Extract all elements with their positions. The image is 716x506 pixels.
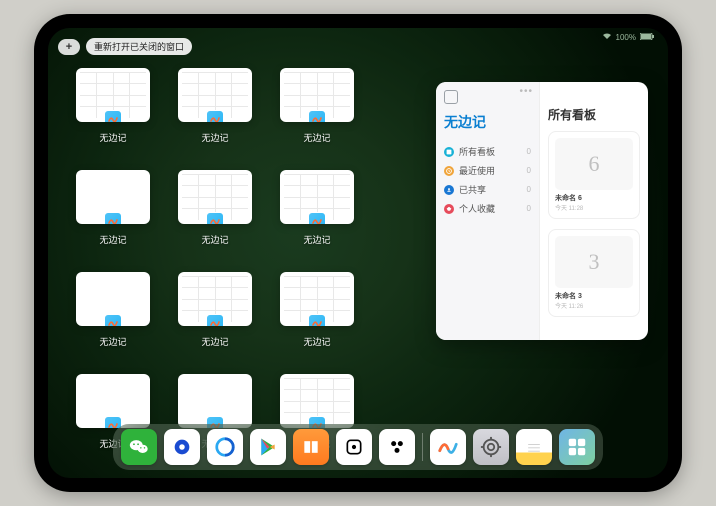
- ipad-frame: 100% + 重新打开已关闭的窗口 无边记无边记无边记无边记无边记无边记无边记无…: [34, 14, 682, 492]
- battery-icon: [640, 33, 654, 42]
- dock: [113, 424, 603, 470]
- window-thumbnail: [76, 272, 150, 326]
- board-name: 未命名 6: [555, 193, 633, 203]
- screen: 100% + 重新打开已关闭的窗口 无边记无边记无边记无边记无边记无边记无边记无…: [48, 28, 668, 478]
- wifi-icon: [602, 32, 612, 42]
- sidebar-item[interactable]: 已共享 0: [444, 180, 531, 199]
- dock-icon-qq-browser[interactable]: [207, 429, 243, 465]
- sidebar-item-label: 个人收藏: [459, 202, 495, 215]
- sidebar-item-icon: [444, 204, 454, 214]
- dock-icon-app-blue-circle[interactable]: [164, 429, 200, 465]
- board-preview: 3: [555, 236, 633, 288]
- freeform-app-icon: [206, 212, 224, 224]
- stage-active-window[interactable]: ••• 无边记 所有看板0最近使用0已共享0个人收藏0 所有看板 6未命名 6今…: [436, 82, 648, 340]
- window-label: 无边记: [201, 233, 228, 246]
- window-thumbnail: [76, 68, 150, 122]
- board-date: 今天 11:26: [555, 301, 633, 310]
- sidebar-item-icon: [444, 147, 454, 157]
- window-tile[interactable]: 无边记: [76, 272, 150, 348]
- window-label: 无边记: [303, 131, 330, 144]
- board-card[interactable]: 6 未命名 6今天 11:28: [548, 131, 640, 219]
- dock-icon-notes[interactable]: [516, 429, 552, 465]
- freeform-app-icon: [104, 110, 122, 122]
- sidebar-item-icon: [444, 166, 454, 176]
- window-thumbnail: [178, 170, 252, 224]
- board-preview: 6: [555, 138, 633, 190]
- window-label: 无边记: [201, 131, 228, 144]
- dock-icon-play[interactable]: [250, 429, 286, 465]
- window-tile[interactable]: 无边记: [76, 68, 150, 144]
- board-name: 未命名 3: [555, 291, 633, 301]
- sidebar-item[interactable]: 个人收藏 0: [444, 199, 531, 218]
- window-thumbnail: [178, 374, 252, 428]
- dock-icon-books[interactable]: [293, 429, 329, 465]
- status-bar: 100%: [602, 32, 654, 42]
- sidebar: ••• 无边记 所有看板 0 最近使用 0 已共享 0 个人收藏 0: [436, 82, 540, 340]
- window-tile[interactable]: 无边记: [280, 170, 354, 246]
- window-thumbnail: [76, 374, 150, 428]
- dock-icon-settings[interactable]: [473, 429, 509, 465]
- more-icon[interactable]: •••: [519, 86, 533, 97]
- sidebar-item-label: 最近使用: [459, 164, 495, 177]
- dock-icon-wechat[interactable]: [121, 429, 157, 465]
- sidebar-item-icon: [444, 185, 454, 195]
- reopen-closed-window-button[interactable]: 重新打开已关闭的窗口: [86, 38, 192, 55]
- window-tile[interactable]: 无边记: [178, 170, 252, 246]
- window-thumbnail: [178, 68, 252, 122]
- dock-icon-freeform[interactable]: [430, 429, 466, 465]
- sidebar-item-count: 0: [527, 147, 531, 156]
- sidebar-toggle-icon[interactable]: [444, 90, 458, 104]
- window-thumbnail: [280, 170, 354, 224]
- window-thumbnail: [178, 272, 252, 326]
- sidebar-item-label: 所有看板: [459, 145, 495, 158]
- window-tile[interactable]: 无边记: [178, 68, 252, 144]
- sidebar-item-count: 0: [527, 204, 531, 213]
- freeform-app-icon: [206, 314, 224, 326]
- content-pane: 所有看板 6 未命名 6今天 11:28 3 未命名 3今天 11:26: [540, 82, 648, 340]
- window-thumbnail: [280, 68, 354, 122]
- freeform-app-icon: [104, 212, 122, 224]
- board-date: 今天 11:28: [555, 203, 633, 212]
- topbar: + 重新打开已关闭的窗口: [58, 38, 192, 55]
- window-thumbnail: [76, 170, 150, 224]
- sidebar-item[interactable]: 所有看板 0: [444, 142, 531, 161]
- window-thumbnail: [280, 272, 354, 326]
- window-tile[interactable]: 无边记: [280, 68, 354, 144]
- window-label: 无边记: [303, 233, 330, 246]
- window-tile[interactable]: 无边记: [76, 170, 150, 246]
- window-grid: 无边记无边记无边记无边记无边记无边记无边记无边记无边记无边记无边记无边记: [76, 68, 416, 450]
- freeform-app-icon: [104, 314, 122, 326]
- freeform-app-icon: [308, 212, 326, 224]
- freeform-app-icon: [308, 314, 326, 326]
- window-label: 无边记: [99, 131, 126, 144]
- window-label: 无边记: [303, 335, 330, 348]
- sidebar-title: 无边记: [444, 112, 531, 132]
- battery-text: 100%: [616, 33, 636, 42]
- window-label: 无边记: [99, 233, 126, 246]
- window-tile[interactable]: 无边记: [178, 272, 252, 348]
- board-card[interactable]: 3 未命名 3今天 11:26: [548, 229, 640, 317]
- dock-icon-misc[interactable]: [379, 429, 415, 465]
- window-label: 无边记: [99, 335, 126, 348]
- window-label: 无边记: [201, 335, 228, 348]
- sidebar-item-count: 0: [527, 166, 531, 175]
- dock-separator: [422, 433, 423, 461]
- freeform-app-icon: [308, 110, 326, 122]
- sidebar-item-label: 已共享: [459, 183, 486, 196]
- dock-icon-app-library[interactable]: [559, 429, 595, 465]
- sidebar-item[interactable]: 最近使用 0: [444, 161, 531, 180]
- freeform-app-icon: [206, 110, 224, 122]
- add-window-button[interactable]: +: [58, 39, 80, 55]
- window-thumbnail: [280, 374, 354, 428]
- sidebar-item-count: 0: [527, 185, 531, 194]
- dock-icon-dice[interactable]: [336, 429, 372, 465]
- content-title: 所有看板: [548, 106, 640, 123]
- window-tile[interactable]: 无边记: [280, 272, 354, 348]
